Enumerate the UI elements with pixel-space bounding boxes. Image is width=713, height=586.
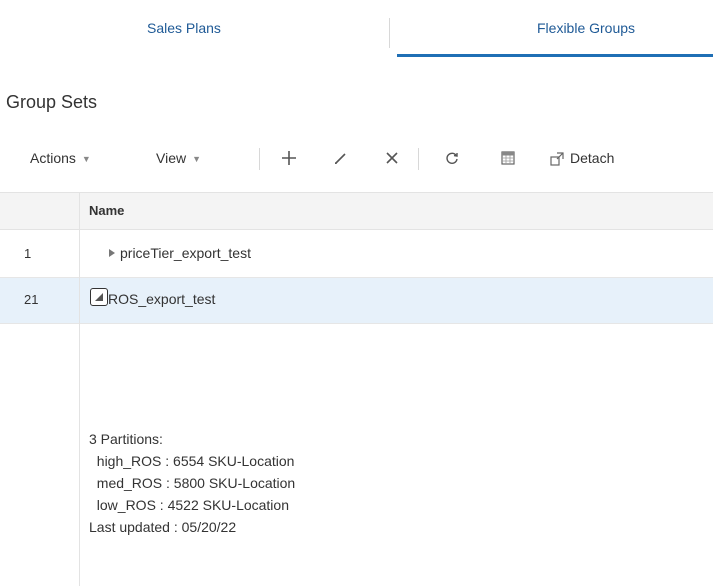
toolbar-separator (418, 148, 419, 170)
chevron-down-icon: ▼ (81, 154, 91, 165)
actions-label: Actions (30, 150, 76, 166)
column-divider (79, 192, 80, 586)
table-header: Name (0, 192, 713, 230)
tab-sales-plans[interactable]: Sales Plans (147, 20, 221, 36)
page-title: Group Sets (6, 92, 98, 112)
active-tab-indicator (397, 54, 713, 57)
row-number: 21 (24, 292, 39, 307)
detach-label: Detach (570, 150, 615, 166)
row-detail-panel: 3 Partitions: high_ROS : 6554 SKU-Locati… (0, 324, 713, 586)
table-row-selected[interactable]: 21 ROS_export_test (0, 278, 713, 324)
tab-flexible-groups[interactable]: Flexible Groups (537, 20, 635, 36)
freeze-icon[interactable] (496, 146, 520, 170)
toolbar-separator (259, 148, 260, 170)
view-menu[interactable]: View ▼ (156, 150, 201, 166)
partition-details: 3 Partitions: high_ROS : 6554 SKU-Locati… (89, 428, 295, 538)
table-row[interactable]: 1 priceTier_export_test (0, 229, 713, 278)
detach-button[interactable]: Detach (550, 150, 614, 166)
partition-item: med_ROS : 5800 SKU-Location (96, 475, 296, 491)
add-icon[interactable] (277, 146, 301, 170)
tab-bar: Sales Plans Flexible Groups (0, 0, 713, 58)
edit-icon[interactable] (329, 146, 353, 170)
actions-menu[interactable]: Actions ▼ (30, 150, 91, 166)
delete-icon[interactable] (380, 146, 404, 170)
partition-item: high_ROS : 6554 SKU-Location (96, 453, 295, 469)
detach-icon (550, 152, 564, 166)
column-header-name[interactable]: Name (89, 203, 124, 218)
last-updated: Last updated : 05/20/22 (89, 519, 237, 535)
expand-icon[interactable] (107, 248, 117, 258)
partition-item: low_ROS : 4522 SKU-Location (96, 497, 289, 513)
view-label: View (156, 150, 187, 166)
row-name: ROS_export_test (108, 291, 216, 307)
row-name: priceTier_export_test (120, 245, 251, 261)
refresh-icon[interactable] (440, 146, 464, 170)
row-number: 1 (24, 246, 32, 261)
tab-divider (389, 18, 390, 48)
partitions-title: 3 Partitions: (89, 431, 163, 447)
chevron-down-icon: ▼ (192, 154, 202, 165)
toolbar: Actions ▼ View ▼ Detach (0, 142, 713, 176)
collapse-icon[interactable] (90, 288, 108, 306)
